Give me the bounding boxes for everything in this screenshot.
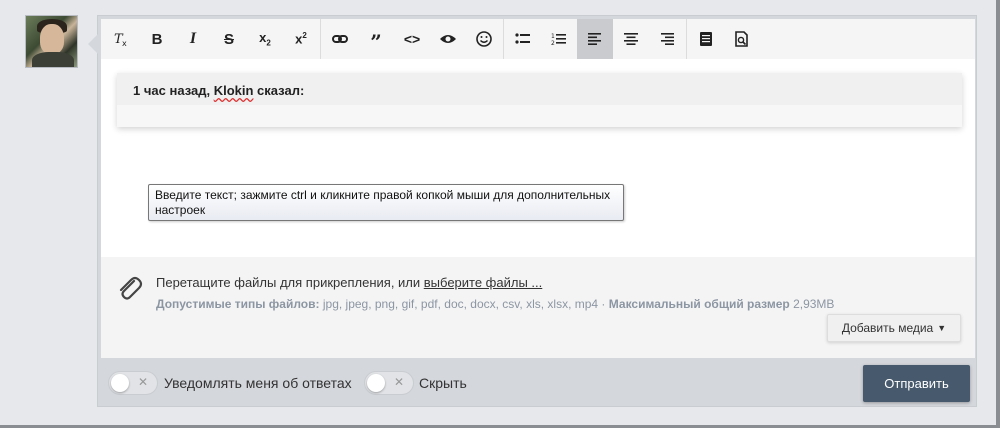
submit-button[interactable]: Отправить <box>863 365 970 402</box>
link-icon[interactable] <box>322 19 358 59</box>
bulleted-list-icon[interactable] <box>505 19 541 59</box>
quote-icon[interactable]: ” <box>358 19 394 59</box>
caret-down-icon: ▼ <box>937 323 947 333</box>
superscript-icon[interactable]: x2 <box>283 19 319 59</box>
allowed-types-value: jpg, jpeg, png, gif, pdf, doc, docx, csv… <box>319 297 609 311</box>
drop-files-label: Перетащите файлы для прикрепления, или <box>156 275 424 290</box>
strikethrough-icon[interactable]: S <box>211 19 247 59</box>
toggle-off-icon: ✕ <box>137 375 148 389</box>
hide-label[interactable]: Скрыть <box>419 375 467 391</box>
max-size-label: Максимальный общий размер <box>608 297 790 311</box>
notify-label[interactable]: Уведомлять меня об ответах <box>164 375 352 391</box>
preview-icon[interactable] <box>724 19 760 59</box>
numbered-list-icon[interactable]: 12 <box>541 19 577 59</box>
reply-editor: Tx B I S x2 x2 ” <> 12 1 час назад, Klok… <box>88 15 977 407</box>
quote-block: 1 час назад, Klokin сказал: <box>117 73 962 127</box>
smiley-icon[interactable] <box>466 19 502 59</box>
editor-tooltip: Введите текст; зажмите ctrl и кликните п… <box>148 184 624 221</box>
subscript-icon[interactable]: x2 <box>247 19 283 59</box>
quote-said: сказал: <box>253 83 305 98</box>
attachment-area[interactable]: Перетащите файлы для прикрепления, или в… <box>101 257 975 358</box>
quote-author[interactable]: Klokin <box>214 83 254 98</box>
italic-icon[interactable]: I <box>175 19 211 59</box>
toggle-knob <box>111 374 129 392</box>
svg-text:x: x <box>122 39 127 47</box>
quote-time: 1 час назад, <box>133 83 214 98</box>
quote-header: 1 час назад, Klokin сказал: <box>117 73 962 105</box>
hide-toggle[interactable]: ✕ <box>364 371 414 395</box>
toggle-off-icon: ✕ <box>393 375 404 389</box>
align-left-icon[interactable] <box>577 19 613 59</box>
choose-files-link[interactable]: выберите файлы ... <box>424 275 543 290</box>
add-media-button[interactable]: Добавить медиа ▼ <box>827 314 961 342</box>
allowed-types-text: Допустимые типы файлов: jpg, jpeg, png, … <box>156 297 834 311</box>
toolbar-separator <box>503 19 504 59</box>
toolbar-separator <box>686 19 687 59</box>
spoiler-eye-icon[interactable] <box>430 19 466 59</box>
svg-text:1: 1 <box>551 33 555 40</box>
editor-footer: ✕ Уведомлять меня об ответах ✕ Скрыть От… <box>98 358 976 406</box>
drop-files-text: Перетащите файлы для прикрепления, или в… <box>156 275 542 290</box>
bold-icon[interactable]: B <box>139 19 175 59</box>
editor-content[interactable]: 1 час назад, Klokin сказал: Введите текс… <box>101 59 975 272</box>
add-media-label: Добавить медиа <box>841 321 934 335</box>
code-icon[interactable]: <> <box>394 19 430 59</box>
svg-text:2: 2 <box>551 40 555 46</box>
notify-toggle[interactable]: ✕ <box>108 371 158 395</box>
max-size-value: 2,93MB <box>789 297 835 311</box>
toolbar-separator <box>320 19 321 59</box>
clear-format-icon[interactable]: Tx <box>103 19 139 59</box>
toggle-knob <box>367 374 385 392</box>
align-right-icon[interactable] <box>649 19 685 59</box>
paperclip-icon <box>114 273 144 303</box>
window-edge-right <box>996 0 1000 428</box>
editor-toolbar: Tx B I S x2 x2 ” <> 12 <box>101 19 975 59</box>
allowed-types-label: Допустимые типы файлов: <box>156 297 320 311</box>
toggle-bbcode-icon[interactable] <box>688 19 724 59</box>
avatar[interactable] <box>25 15 78 68</box>
align-center-icon[interactable] <box>613 19 649 59</box>
